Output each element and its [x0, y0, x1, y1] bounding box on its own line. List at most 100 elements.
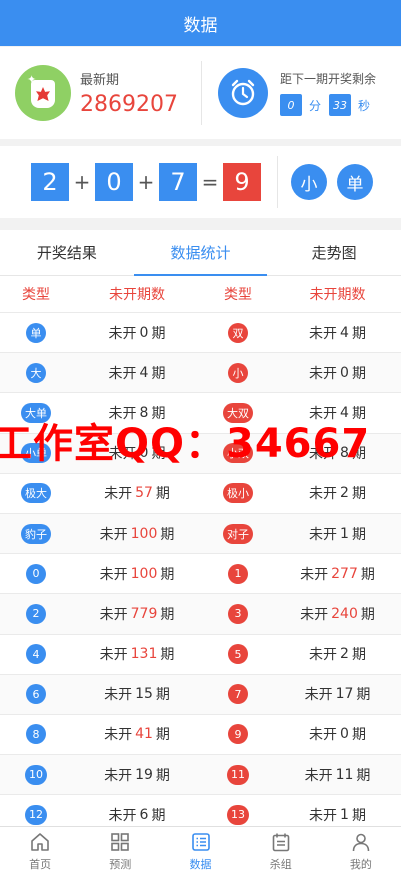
table-row: 大单 未开 8 期 大双 未开 4 期 [0, 393, 401, 434]
type-badge: 13 [227, 804, 249, 825]
missed-count: 未开 0 期 [309, 364, 366, 382]
col-type: 类型 [224, 287, 252, 303]
missed-count: 未开 100 期 [99, 525, 175, 543]
missed-count: 未开 0 期 [108, 445, 166, 463]
nav-label: 数据 [189, 858, 212, 871]
table-body: 单未开 0 期双未开 4 期大未开 4 期小未开 0 期大单 未开 8 期大双 未开 4 期小单 未开 0 期小双… [0, 313, 401, 836]
parity-tag: 单 [337, 164, 373, 200]
missed-count: 未开 131 期 [99, 646, 175, 664]
type-badge: 小单 [21, 443, 51, 464]
missed-count: 未开 277 期 [300, 565, 375, 583]
table-row: 极大 未开 57 期 极小 未开 2 期 [0, 474, 401, 514]
plus-sign: + [73, 170, 91, 194]
missed-count: 未开 779 期 [99, 605, 175, 623]
nav-kill-group[interactable]: 杀组 [241, 827, 321, 876]
nav-label: 我的 [349, 858, 372, 871]
result-digit: 2 [31, 163, 69, 201]
result-tags: 小 单 [278, 164, 401, 200]
app-header: 数据 [0, 0, 401, 46]
type-badge: 大 [26, 362, 46, 383]
type-badge: 10 [25, 764, 47, 785]
type-badge: 双 [228, 322, 248, 343]
latest-issue: ✦ 最新期 2869207 [0, 61, 202, 125]
missed-count: 未开 57 期 [104, 485, 170, 503]
calendar-icon [272, 833, 290, 852]
type-badge: 豹子 [21, 523, 51, 544]
missed-count: 未开 4 期 [108, 364, 166, 382]
countdown-label: 距下一期开奖剩余 [280, 72, 377, 86]
result-digit: 7 [159, 163, 197, 201]
missed-count: 未开 8 期 [108, 404, 166, 422]
tab-draw-results[interactable]: 开奖结果 [0, 230, 134, 275]
home-icon [31, 833, 49, 851]
type-badge: 大双 [223, 402, 253, 423]
table-row: 6 未开 15 期 7 未开 17 期 [0, 674, 401, 715]
bottom-nav: 首页 预测 数据 杀组 我的 [0, 826, 401, 876]
tab-bar: 开奖结果 数据统计 走势图 [0, 230, 401, 276]
col-type: 类型 [22, 287, 50, 303]
type-badge: 单 [26, 322, 46, 343]
type-badge: 12 [25, 804, 47, 825]
result-digit: 0 [95, 163, 133, 201]
equals-sign: = [201, 170, 219, 194]
missed-count: 未开 8 期 [309, 445, 366, 463]
missed-count: 未开 17 期 [304, 686, 371, 704]
countdown-seconds: 33 [329, 94, 352, 116]
table-row: 豹子 未开 100 期 对子 未开 1 期 [0, 513, 401, 555]
nav-label: 预测 [109, 858, 132, 871]
page-title: 数据 [183, 15, 218, 36]
type-badge: 2 [26, 603, 46, 624]
tab-data-stats[interactable]: 数据统计 [133, 230, 268, 276]
table-row: 8 未开 41 期 9 未开 0 期 [0, 715, 401, 756]
table-row: 单 未开 0 期 双 未开 4 期 [0, 313, 401, 354]
col-missed: 未开期数 [109, 287, 165, 303]
type-badge: 5 [228, 644, 248, 665]
result-sum: 9 [223, 163, 261, 201]
type-badge: 11 [227, 764, 249, 785]
type-badge: 小双 [223, 443, 253, 464]
type-badge: 0 [26, 563, 46, 584]
missed-count: 未开 4 期 [309, 404, 366, 422]
type-badge: 1 [228, 563, 248, 584]
type-badge: 4 [26, 644, 46, 665]
table-row: 4 未开 131 期 5 未开 2 期 [0, 635, 401, 675]
missed-count: 未开 19 期 [104, 766, 170, 784]
missed-count: 未开 240 期 [300, 605, 375, 623]
type-badge: 6 [26, 684, 46, 705]
missed-count: 未开 100 期 [99, 565, 175, 583]
table-header: 类型 未开期数 类型 未开期数 [0, 276, 401, 313]
missed-count: 未开 1 期 [309, 806, 366, 824]
type-badge: 极小 [223, 483, 253, 504]
countdown-panel: 距下一期开奖剩余 0 分 33 秒 [202, 68, 401, 118]
type-badge: 大单 [21, 402, 51, 423]
seconds-unit: 秒 [358, 98, 371, 113]
result-formula: 2 + 0 + 7 = 9 [0, 156, 278, 208]
nav-label: 首页 [29, 858, 52, 871]
type-badge: 7 [228, 684, 248, 705]
nav-predict[interactable]: 预测 [80, 827, 160, 876]
missed-count: 未开 0 期 [309, 726, 366, 744]
missed-count: 未开 11 期 [304, 766, 371, 784]
type-badge: 极大 [21, 483, 51, 504]
table-row: 10 未开 19 期 11 未开 11 期 [0, 755, 401, 796]
nav-me[interactable]: 我的 [321, 827, 401, 876]
tab-trend-chart[interactable]: 走势图 [267, 230, 401, 275]
missed-count: 未开 2 期 [309, 485, 366, 503]
latest-label: 最新期 [80, 73, 120, 88]
countdown-minutes: 0 [280, 94, 302, 116]
missed-count: 未开 1 期 [309, 525, 366, 543]
nav-label: 杀组 [269, 858, 292, 871]
nav-data[interactable]: 数据 [160, 827, 240, 876]
nav-home[interactable]: 首页 [0, 827, 80, 876]
list-icon [191, 833, 210, 851]
lottery-logo-icon: ✦ [15, 65, 71, 121]
type-badge: 小 [228, 362, 248, 383]
missed-count: 未开 0 期 [108, 324, 166, 342]
missed-count: 未开 6 期 [108, 806, 166, 824]
table-row: 小单 未开 0 期 小双 未开 8 期 [0, 433, 401, 474]
table-row: 2 未开 779 期 3 未开 240 期 [0, 594, 401, 635]
alarm-clock-icon [218, 68, 268, 118]
type-badge: 8 [26, 724, 46, 745]
type-badge: 9 [228, 724, 248, 745]
missed-count: 未开 2 期 [309, 646, 366, 664]
